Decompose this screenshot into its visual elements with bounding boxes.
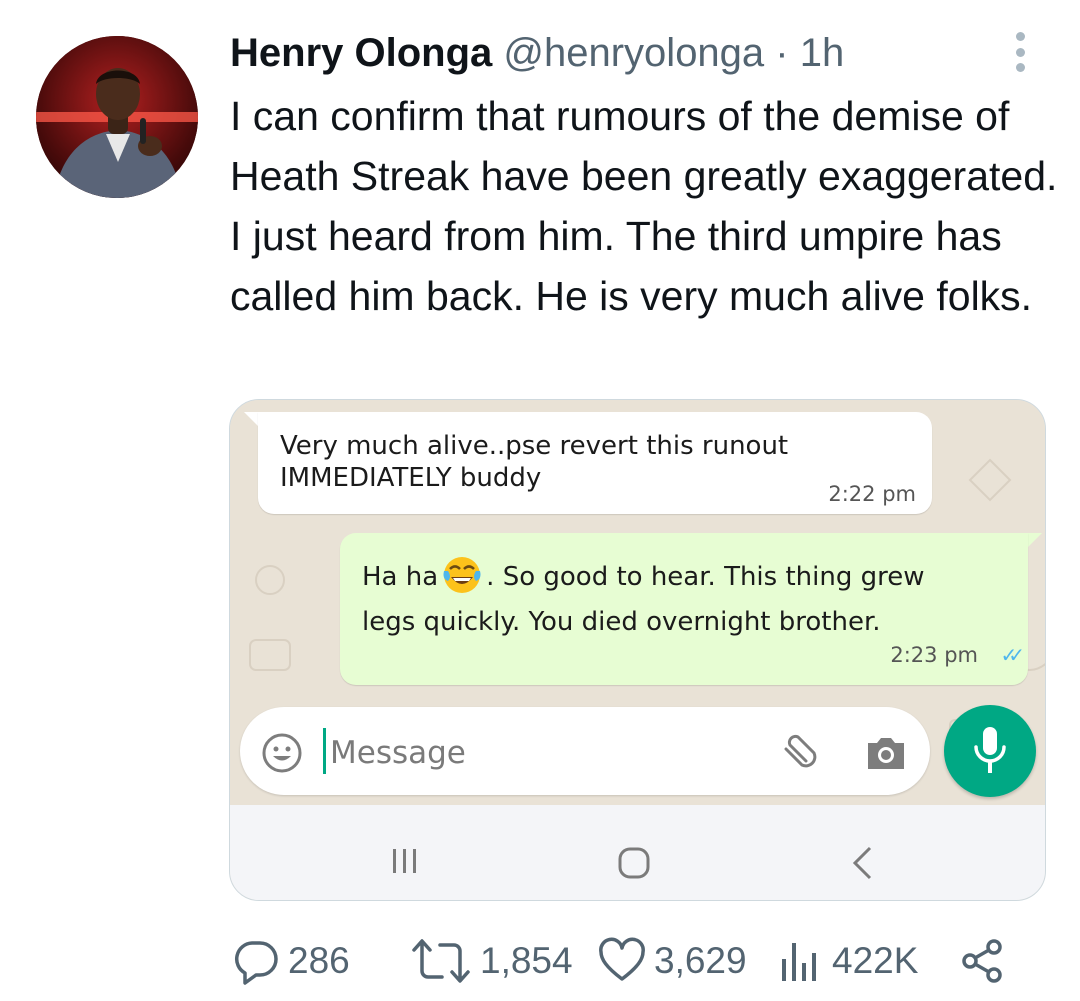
attachment-paperclip-icon[interactable] [776,731,820,775]
incoming-bubble-tail [244,412,258,426]
text-caret [323,728,326,774]
voice-message-button[interactable] [944,705,1036,797]
more-options-icon[interactable] [1008,32,1032,72]
outgoing-message-bubble[interactable]: Ha ha . So good to hear. This thing grew… [340,533,1028,685]
tweet-media-screenshot[interactable]: Very much alive..pse revert this runout … [229,399,1046,901]
author-avatar[interactable] [36,36,198,198]
incoming-message-bubble[interactable]: Very much alive..pse revert this runout … [258,412,932,514]
emoji-picker-icon[interactable] [260,731,304,775]
outgoing-line-1-rest: . So good to hear. This thing grew [486,562,925,592]
like-count: 3,629 [654,940,747,981]
outgoing-timestamp: 2:23 pm [890,643,978,667]
tweet-action-bar: 286 1,854 3,629 422K [0,932,1080,988]
retweet-icon [412,939,470,983]
read-receipt-icon: ✓✓ [1000,643,1024,667]
tweet-body: I can confirm that rumours of the demise… [230,93,1058,319]
outgoing-message-text: Ha ha . So good to hear. This thing grew… [362,555,1002,645]
home-icon[interactable] [618,847,650,879]
android-navigation-bar [230,805,1045,900]
message-composer[interactable]: Message [240,707,930,795]
message-input[interactable]: Message [330,733,466,773]
like-button[interactable]: 3,629 [598,936,747,986]
retweet-count: 1,854 [480,940,573,981]
back-icon[interactable] [850,845,874,881]
views-chart-icon [782,943,816,981]
outgoing-prefix: Ha ha [362,562,439,592]
author-handle[interactable]: @henryolonga [503,31,764,75]
tweet-text: I can confirm that rumours of the demise… [230,86,1060,326]
heart-icon [599,937,645,981]
tears-of-joy-emoji-icon [443,557,481,593]
microphone-icon [974,727,1006,773]
reply-button[interactable]: 286 [232,936,350,986]
incoming-line-2: IMMEDIATELY buddy [280,463,542,493]
tweet-time[interactable]: 1h [800,31,845,75]
retweet-button[interactable]: 1,854 [410,936,573,986]
outgoing-line-2: legs quickly. You died overnight brother… [362,607,881,637]
share-button[interactable] [958,936,1014,986]
header-separator: · [775,31,789,75]
camera-icon[interactable] [864,733,908,773]
incoming-message-text: Very much alive..pse revert this runout … [280,430,900,494]
tweet-header: Henry Olonga @henryolonga · 1h [230,28,844,78]
reply-icon [235,941,278,985]
views-button[interactable]: 422K [776,936,918,986]
view-count: 422K [832,940,919,981]
incoming-timestamp: 2:22 pm [828,482,916,506]
share-icon [962,939,1002,983]
outgoing-bubble-tail [1028,533,1042,547]
incoming-line-1: Very much alive..pse revert this runout [280,431,789,461]
recent-apps-icon[interactable] [390,847,420,875]
author-name[interactable]: Henry Olonga [230,31,492,75]
reply-count: 286 [288,940,350,981]
